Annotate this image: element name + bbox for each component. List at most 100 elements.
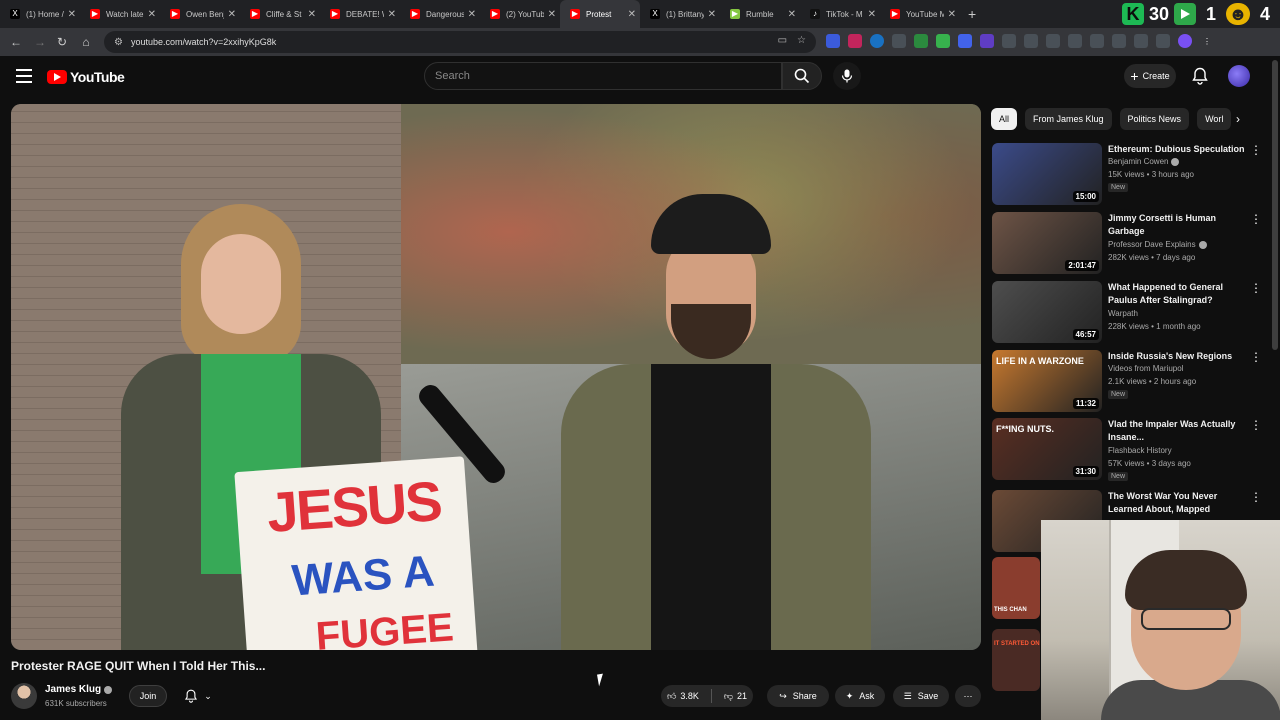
share-button[interactable]: ↪ Share [767, 685, 829, 707]
reading-list-icon[interactable] [1090, 34, 1104, 48]
extension-7-icon[interactable] [958, 34, 972, 48]
tab-close-icon[interactable]: ✕ [228, 9, 236, 20]
rec-duration: 46:57 [1072, 329, 1099, 340]
rec-thumbnail[interactable]: 15:00 [992, 143, 1102, 205]
filter-chip[interactable]: From James Klug [1025, 108, 1112, 130]
menu-icon[interactable] [16, 69, 32, 83]
channel-name-row[interactable]: James Klug [45, 684, 113, 695]
address-bar[interactable]: ⚙ youtube.com/watch?v=2xxihyKpG8k ▭ ☆ [104, 31, 816, 53]
recommended-video[interactable]: 15:00 Ethereum: Dubious Speculation Benjam… [992, 143, 1262, 207]
tab-close-icon[interactable]: ✕ [308, 9, 316, 20]
account-avatar[interactable] [1228, 65, 1250, 87]
forward-icon[interactable]: → [28, 35, 52, 49]
tab-title: Rumble [746, 9, 774, 19]
rec-thumbnail[interactable]: F**ING NUTS. 31:30 [992, 418, 1102, 480]
browser-tab[interactable]: ▶ DEBATE! W ✕ [320, 0, 400, 28]
extensions-puzzle-icon[interactable] [1024, 34, 1038, 48]
browser-tab[interactable]: ▶ Dangerous ✕ [400, 0, 480, 28]
back-icon[interactable]: ← [4, 35, 28, 49]
tab-close-icon[interactable]: ✕ [68, 9, 76, 20]
tab-favicon-icon: ▶ [410, 9, 420, 19]
voice-search-button[interactable] [833, 62, 861, 90]
extension-3-icon[interactable] [870, 34, 884, 48]
extension-6-icon[interactable] [936, 34, 950, 48]
new-tab-button[interactable]: + [960, 6, 984, 22]
rec-thumbnail[interactable]: LIFE IN A WARZONE 11:32 [992, 350, 1102, 412]
rec-thumbnail[interactable]: 2:01:47 [992, 212, 1102, 274]
media-icon[interactable] [1134, 34, 1148, 48]
recommended-video[interactable]: 46:57 What Happened to General Paulus Aft… [992, 281, 1262, 345]
channel-avatar[interactable] [11, 683, 37, 709]
reload-icon[interactable]: ↻ [50, 35, 74, 49]
history-icon[interactable] [1046, 34, 1060, 48]
recommended-video[interactable]: F**ING NUTS. 31:30 Vlad the Impaler Was Ac… [992, 418, 1262, 482]
extension-9-icon[interactable] [1002, 34, 1016, 48]
browser-tab[interactable]: ▶ (2) YouTub ✕ [480, 0, 560, 28]
browser-tab[interactable]: ▶ Protest ✕ [560, 0, 640, 28]
browser-tab[interactable]: X (1) Home / ✕ [0, 0, 80, 28]
browser-tab[interactable]: ♪ TikTok - M ✕ [800, 0, 880, 28]
video-player[interactable]: JESUS WAS A FUGEE [11, 104, 981, 650]
ask-button[interactable]: ✦ Ask [835, 685, 885, 707]
mascot-icon[interactable]: ☻ [1226, 3, 1250, 25]
rec-thumbnail[interactable]: 46:57 [992, 281, 1102, 343]
tab-close-icon[interactable]: ✕ [628, 9, 636, 20]
sidebar-scrollbar[interactable] [1272, 60, 1278, 350]
more-actions-button[interactable]: ⋯ [955, 685, 981, 707]
browser-tab[interactable]: ▶ Owen Benj ✕ [160, 0, 240, 28]
rec-more-icon[interactable]: ⋮ [1250, 213, 1262, 225]
tab-close-icon[interactable]: ✕ [468, 9, 476, 20]
play-icon[interactable] [1174, 3, 1196, 25]
home-icon[interactable]: ⌂ [74, 35, 98, 49]
tab-close-icon[interactable]: ✕ [948, 9, 956, 20]
filter-chip[interactable]: Politics News [1119, 108, 1190, 130]
rec-thumbnail-8[interactable]: IT STARTED ON [992, 629, 1040, 691]
youtube-logo[interactable]: YouTube [47, 69, 125, 85]
chips-next-icon[interactable]: › [1236, 112, 1240, 126]
extension-5-icon[interactable] [914, 34, 928, 48]
subscription-notifications-button[interactable]: ⌄ [176, 685, 220, 707]
site-info-icon[interactable]: ⚙ [114, 37, 123, 48]
recommended-video[interactable]: LIFE IN A WARZONE 11:32 Inside Russia's Ne… [992, 350, 1262, 414]
extension-4-icon[interactable] [892, 34, 906, 48]
browser-menu-icon[interactable]: ⋮ [1200, 34, 1214, 48]
save-button[interactable]: ☰ Save [893, 685, 949, 707]
tab-close-icon[interactable]: ✕ [148, 9, 156, 20]
rec-more-icon[interactable]: ⋮ [1250, 144, 1262, 156]
search-input[interactable] [435, 70, 765, 82]
sidepanel-icon[interactable] [1156, 34, 1170, 48]
tab-close-icon[interactable]: ✕ [788, 9, 796, 20]
bookmark-star-icon[interactable]: ☆ [797, 35, 806, 46]
rec-more-icon[interactable]: ⋮ [1250, 282, 1262, 294]
dislike-button[interactable]: 👎︎ 21 [724, 691, 747, 702]
rec-more-icon[interactable]: ⋮ [1250, 491, 1262, 503]
browser-tab[interactable]: ▶ Rumble ✕ [720, 0, 800, 28]
downloads-icon[interactable] [1112, 34, 1126, 48]
browser-tab[interactable]: X (1) Brittany ✕ [640, 0, 720, 28]
notifications-button[interactable] [1192, 67, 1208, 90]
browser-tab[interactable]: ▶ Cliffe & St ✕ [240, 0, 320, 28]
recommended-video[interactable]: 2:01:47 Jimmy Corsetti is Human Garbage Pr… [992, 212, 1262, 276]
rec-more-icon[interactable]: ⋮ [1250, 351, 1262, 363]
devtools-icon[interactable] [1068, 34, 1082, 48]
create-button[interactable]: + Create [1124, 64, 1176, 88]
profile-icon[interactable] [1178, 34, 1192, 48]
tab-close-icon[interactable]: ✕ [868, 9, 876, 20]
tab-close-icon[interactable]: ✕ [388, 9, 396, 20]
filter-chip[interactable]: Worl [1197, 108, 1232, 130]
cast-icon[interactable]: ▭ [778, 35, 787, 46]
rec-more-icon[interactable]: ⋮ [1250, 419, 1262, 431]
like-button[interactable]: 👍︎ 3.8K [667, 691, 699, 702]
tab-close-icon[interactable]: ✕ [548, 9, 556, 20]
tab-close-icon[interactable]: ✕ [708, 9, 716, 20]
browser-tab[interactable]: ▶ YouTube M ✕ [880, 0, 960, 28]
extension-8-icon[interactable] [980, 34, 994, 48]
join-button[interactable]: Join [129, 685, 167, 707]
extension-1-icon[interactable] [826, 34, 840, 48]
extension-2-icon[interactable] [848, 34, 862, 48]
rec-thumbnail-7[interactable]: THIS CHAN [992, 557, 1040, 619]
filter-chip[interactable]: All [991, 108, 1018, 130]
browser-tab[interactable]: ▶ Watch late ✕ [80, 0, 160, 28]
search-button[interactable] [782, 62, 822, 90]
k-extension-icon[interactable]: K [1122, 3, 1144, 25]
